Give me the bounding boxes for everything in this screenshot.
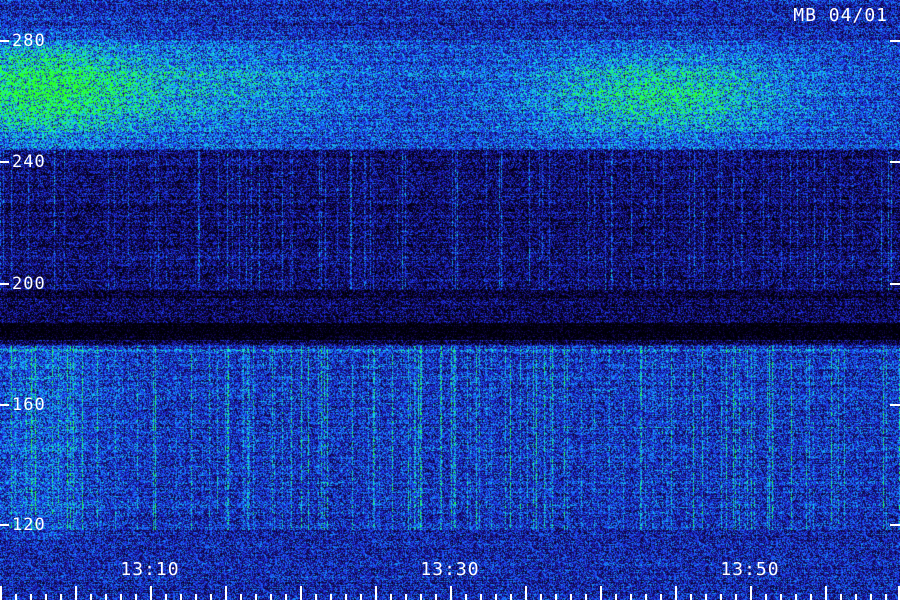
- date-stamp: MB 04/01: [793, 5, 888, 26]
- spectrogram-image: [0, 0, 900, 600]
- spectrogram-view: 280 240 200 160 120 13:10 13:30 13:50 MB…: [0, 0, 900, 600]
